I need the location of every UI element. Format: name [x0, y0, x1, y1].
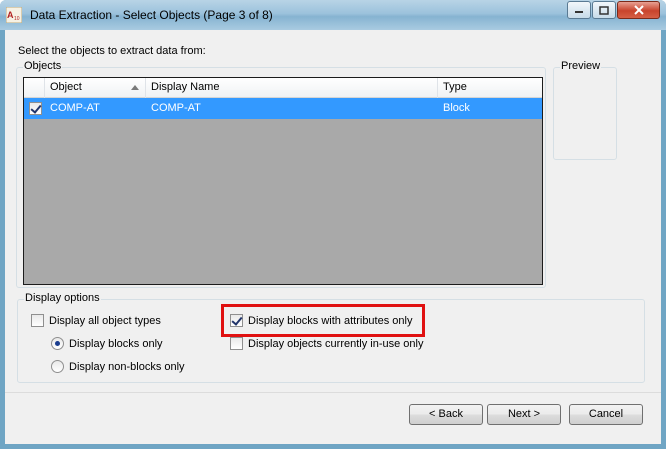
- objects-list[interactable]: Object Display Name Type COMP-AT COMP-AT…: [23, 77, 543, 285]
- dialog-body: Select the objects to extract data from:…: [5, 30, 661, 444]
- display-with-attributes-option[interactable]: Display blocks with attributes only: [230, 314, 412, 327]
- display-all-types-label: Display all object types: [49, 314, 161, 327]
- autocad-icon: A 10: [6, 7, 22, 23]
- cancel-button[interactable]: Cancel: [569, 404, 643, 425]
- table-row[interactable]: COMP-AT COMP-AT Block: [24, 98, 542, 119]
- list-header: Object Display Name Type: [24, 78, 542, 98]
- close-icon: [633, 5, 644, 15]
- title-bar[interactable]: A 10 Data Extraction - Select Objects (P…: [0, 0, 666, 30]
- instruction-text: Select the objects to extract data from:: [18, 45, 206, 57]
- preview-group-label: Preview: [560, 60, 602, 72]
- preview-group: Preview: [553, 60, 617, 160]
- dialog-window: A 10 Data Extraction - Select Objects (P…: [0, 0, 666, 449]
- column-header-type[interactable]: Type: [438, 78, 542, 98]
- minimize-button[interactable]: [567, 1, 591, 19]
- display-all-types-checkbox[interactable]: [31, 314, 44, 327]
- column-header-object-label: Object: [50, 81, 82, 93]
- close-button[interactable]: [617, 1, 660, 19]
- minimize-icon: [575, 11, 583, 13]
- display-non-blocks-only-radio[interactable]: [51, 360, 64, 373]
- sort-ascending-icon: [131, 85, 139, 90]
- display-in-use-label: Display objects currently in-use only: [248, 337, 424, 350]
- row-checkbox[interactable]: [29, 102, 42, 115]
- display-non-blocks-only-label: Display non-blocks only: [69, 360, 185, 373]
- display-in-use-checkbox[interactable]: [230, 337, 243, 350]
- cell-type: Block: [443, 102, 470, 114]
- maximize-button[interactable]: [592, 1, 616, 19]
- next-button[interactable]: Next >: [487, 404, 561, 425]
- display-options-label: Display options: [24, 292, 101, 304]
- objects-group-label: Objects: [23, 60, 63, 72]
- display-all-types-option[interactable]: Display all object types: [31, 314, 161, 327]
- display-blocks-only-label: Display blocks only: [69, 337, 163, 350]
- display-blocks-only-radio[interactable]: [51, 337, 64, 350]
- svg-text:A: A: [7, 10, 14, 20]
- cell-display-name: COMP-AT: [151, 102, 201, 114]
- cell-object: COMP-AT: [50, 102, 100, 114]
- column-header-check[interactable]: [24, 78, 45, 98]
- display-with-attributes-label: Display blocks with attributes only: [248, 314, 413, 327]
- display-in-use-option[interactable]: Display objects currently in-use only: [230, 337, 423, 350]
- window-title: Data Extraction - Select Objects (Page 3…: [30, 8, 273, 22]
- back-button[interactable]: < Back: [409, 404, 483, 425]
- maximize-icon: [599, 5, 609, 15]
- svg-text:10: 10: [14, 16, 20, 22]
- display-blocks-only-option[interactable]: Display blocks only: [51, 337, 163, 350]
- display-non-blocks-only-option[interactable]: Display non-blocks only: [51, 360, 185, 373]
- column-header-display-name[interactable]: Display Name: [146, 78, 438, 98]
- display-with-attributes-checkbox[interactable]: [230, 314, 243, 327]
- divider: [5, 392, 661, 393]
- column-header-object[interactable]: Object: [45, 78, 146, 98]
